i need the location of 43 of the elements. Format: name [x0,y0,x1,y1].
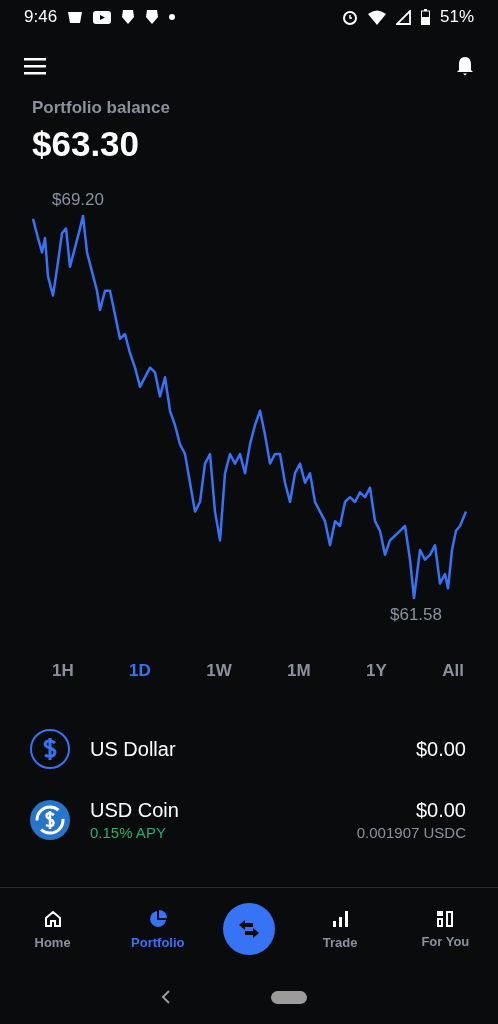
nav-tab[interactable]: Portfolio [117,907,198,951]
nav-tab[interactable]: Home [12,907,93,951]
notification-icon [67,10,84,24]
range-tab[interactable]: 1Y [364,655,389,687]
wifi-icon [367,9,386,25]
balance-amount: $63.30 [32,124,141,164]
swap-icon [237,919,260,939]
home-pill[interactable] [271,990,307,1004]
bar-chart-icon [330,908,351,929]
high-price: $69.20 [52,190,104,210]
battery-icon [420,9,430,25]
asset-name: US Dollar [90,737,176,761]
range-tab[interactable]: 1H [50,655,76,687]
home-icon [42,908,63,929]
shield-icon [121,9,136,25]
asset-value: $0.00 [415,737,466,761]
back-icon[interactable] [161,990,171,1004]
dollar-icon [30,729,70,769]
dot-icon [169,14,176,20]
bell-icon[interactable] [456,56,474,76]
nav-tab[interactable]: Trade [300,907,381,951]
grid-icon [436,909,455,928]
range-tab[interactable]: All [440,655,466,687]
swap-button[interactable] [222,903,275,955]
nav-tab[interactable]: For You [405,908,486,950]
asset-value: $0.00 [415,799,466,822]
coin-icon [30,800,70,840]
play-icon [93,10,112,24]
range-tab[interactable]: 1W [204,655,234,687]
pie-chart-icon [147,908,168,929]
range-tab[interactable]: 1D [127,655,153,687]
asset-apy: 0.15% APY [90,824,166,841]
clock-time: 9:46 [24,7,58,27]
battery-percent: 51% [439,7,474,27]
alarm-icon [341,9,358,25]
asset-name: USD Coin [90,799,179,822]
signal-icon [395,9,411,25]
shield-icon [145,9,160,25]
low-price: $61.58 [390,605,442,625]
balance-label: Portfolio balance [32,98,171,118]
range-tab[interactable]: 1M [285,655,313,687]
asset-amount: 0.001907 USDC [356,824,466,841]
menu-icon[interactable] [24,57,46,75]
